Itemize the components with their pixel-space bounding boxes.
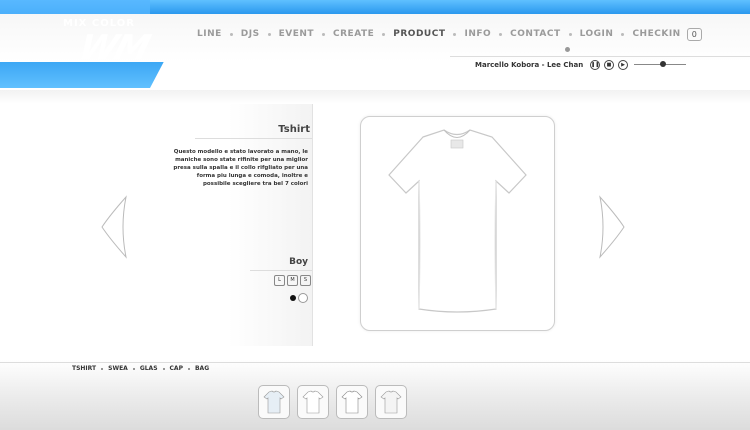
bottom-rule	[0, 362, 750, 363]
nav-event[interactable]: EVENT	[279, 29, 314, 39]
header-divider	[0, 90, 750, 104]
nav-contact[interactable]: CONTACT	[510, 29, 560, 39]
product-description: Questo modello e stato lavorato a mano, …	[173, 149, 308, 187]
gender-label: Boy	[289, 257, 308, 267]
cart-count[interactable]: 0	[686, 27, 702, 41]
nav-separator	[453, 32, 457, 36]
tshirt-thumb-icon	[341, 390, 363, 414]
nav-separator	[229, 32, 233, 36]
stop-icon[interactable]: ■	[604, 60, 614, 70]
tshirt-image	[388, 129, 527, 313]
description-panel	[228, 104, 313, 346]
nav-login[interactable]: LOGIN	[580, 29, 614, 39]
nav-separator	[322, 32, 326, 36]
size-l-button[interactable]: L	[274, 275, 285, 286]
category-swea[interactable]: SWEA	[108, 365, 128, 372]
nav-product[interactable]: PRODUCT	[393, 29, 445, 39]
thumbnail-1[interactable]	[258, 385, 290, 419]
size-s-button[interactable]: S	[300, 275, 311, 286]
music-rule	[450, 56, 750, 57]
nav-info[interactable]: INFO	[464, 29, 491, 39]
color-black-swatch[interactable]	[290, 295, 296, 301]
main-nav: LINE DJS EVENT CREATE PRODUCT INFO CONTA…	[197, 27, 702, 41]
nav-djs[interactable]: DJS	[241, 29, 260, 39]
category-separator	[162, 367, 165, 370]
nav-active-indicator	[565, 47, 570, 52]
prev-arrow-icon[interactable]	[100, 195, 128, 259]
tshirt-thumb-icon	[263, 390, 285, 414]
category-bag[interactable]: BAG	[195, 365, 209, 372]
size-selector: L M S	[274, 275, 311, 286]
play-icon[interactable]: ▶	[618, 60, 628, 70]
thumbnail-2[interactable]	[297, 385, 329, 419]
next-arrow-icon[interactable]	[598, 195, 626, 259]
top-stripe	[150, 0, 750, 14]
nav-separator	[568, 32, 572, 36]
category-glas[interactable]: GLAS	[140, 365, 158, 372]
category-separator	[187, 367, 190, 370]
nav-create[interactable]: CREATE	[333, 29, 374, 39]
thumbnail-4[interactable]	[375, 385, 407, 419]
thumbnail-3[interactable]	[336, 385, 368, 419]
tshirt-thumb-icon	[380, 390, 402, 414]
track-title: Marcello Kobora - Lee Chan	[475, 61, 584, 69]
nav-line[interactable]: LINE	[197, 29, 222, 39]
title-rule	[195, 138, 312, 139]
size-m-button[interactable]: M	[287, 275, 298, 286]
category-separator	[101, 367, 104, 370]
category-cap[interactable]: CAP	[170, 365, 183, 372]
product-title: Tshirt	[278, 124, 310, 135]
category-separator	[132, 367, 135, 370]
category-tshirt[interactable]: TSHIRT	[72, 365, 96, 372]
volume-knob[interactable]	[659, 61, 666, 67]
nav-checkin[interactable]: CHECKIN	[632, 29, 680, 39]
gender-rule	[250, 270, 312, 271]
nav-separator	[382, 32, 386, 36]
thumbnail-strip	[258, 385, 407, 419]
color-white-swatch[interactable]	[298, 293, 308, 303]
product-image-frame	[360, 116, 555, 331]
color-selector	[290, 293, 308, 303]
category-nav: TSHIRT SWEA GLAS CAP BAG	[72, 365, 209, 372]
nav-separator	[267, 32, 271, 36]
pause-icon[interactable]: ❚❚	[590, 60, 600, 70]
tshirt-thumb-icon	[302, 390, 324, 414]
brand-logo[interactable]: WM	[75, 28, 153, 68]
nav-separator	[621, 32, 625, 36]
nav-separator	[499, 32, 503, 36]
